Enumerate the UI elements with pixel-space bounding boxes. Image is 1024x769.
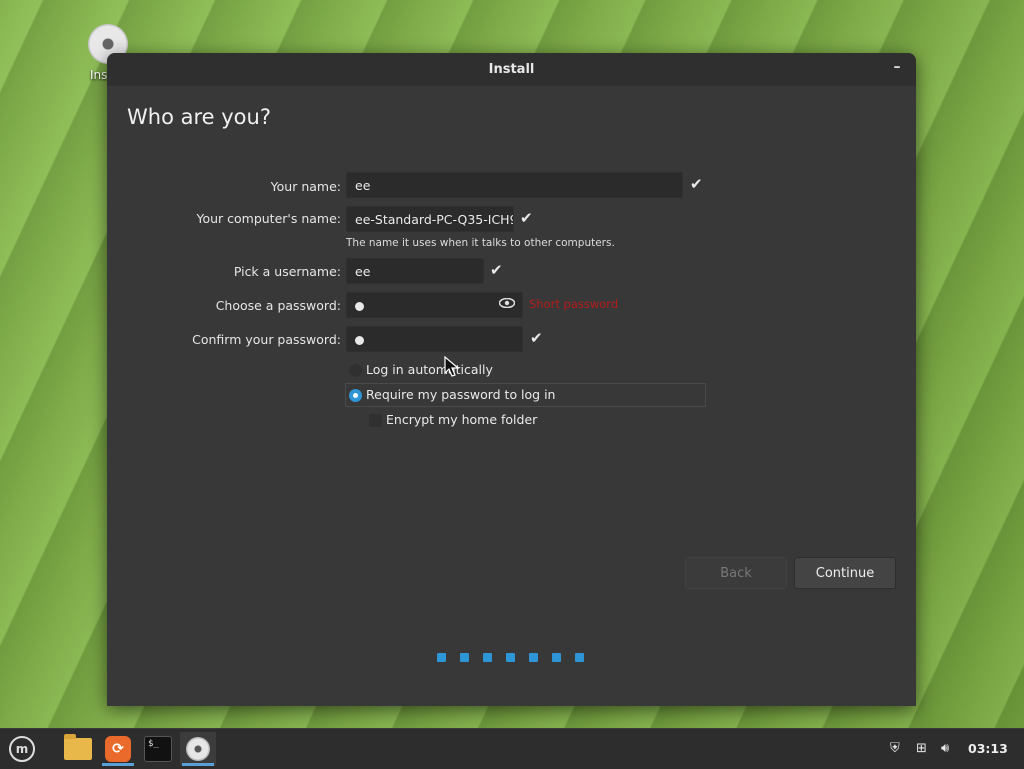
password-dot <box>355 302 364 311</box>
folder-icon <box>64 734 92 760</box>
confirm-valid-check-icon: ✔ <box>530 329 543 347</box>
installer-task[interactable] <box>180 732 216 766</box>
progress-step <box>506 653 515 662</box>
installer-disc-icon <box>186 737 210 761</box>
auto-login-radio[interactable] <box>349 364 362 377</box>
require-password-label[interactable]: Require my password to log in <box>366 387 555 402</box>
confirm-password-input[interactable] <box>346 326 523 352</box>
mint-logo-icon: m <box>9 736 35 762</box>
progress-step <box>529 653 538 662</box>
step-progress-indicator <box>437 653 584 662</box>
computer-name-valid-check-icon: ✔ <box>520 209 533 227</box>
password-label: Choose a password: <box>215 298 341 313</box>
window-titlebar[interactable]: Install – <box>107 53 916 86</box>
terminal-icon: $_ <box>144 736 172 762</box>
terminal-launcher[interactable]: $_ <box>140 732 176 766</box>
encrypt-home-checkbox[interactable] <box>369 414 382 427</box>
page-title: Who are you? <box>127 105 271 129</box>
minimize-icon[interactable]: – <box>890 59 904 79</box>
computer-name-hint: The name it uses when it talks to other … <box>346 237 615 249</box>
progress-step <box>437 653 446 662</box>
encrypt-home-label[interactable]: Encrypt my home folder <box>386 412 537 427</box>
progress-step <box>483 653 492 662</box>
show-password-eye-icon[interactable] <box>499 298 515 308</box>
clock[interactable]: 03:13 <box>968 741 1008 756</box>
progress-step <box>460 653 469 662</box>
volume-icon[interactable]: 🔊︎ <box>941 741 949 756</box>
menu-button[interactable]: m <box>4 732 40 766</box>
username-valid-check-icon: ✔ <box>490 261 503 279</box>
confirm-password-label: Confirm your password: <box>192 332 341 347</box>
confirm-password-dot <box>355 336 364 345</box>
shield-icon[interactable]: ⛨ <box>890 741 900 756</box>
network-icon[interactable]: ⊞ <box>916 741 927 756</box>
require-password-radio[interactable] <box>349 389 362 402</box>
progress-step <box>552 653 561 662</box>
password-strength-error: Short password <box>529 297 619 311</box>
mouse-cursor-icon <box>444 356 460 377</box>
progress-step <box>575 653 584 662</box>
username-label: Pick a username: <box>233 264 341 279</box>
username-input[interactable]: ee <box>346 258 484 284</box>
password-input[interactable] <box>346 292 523 318</box>
name-label: Your name: <box>270 179 341 194</box>
back-button[interactable]: Back <box>685 557 787 589</box>
firefox-launcher[interactable]: ⟳ <box>100 732 136 766</box>
name-valid-check-icon: ✔ <box>690 175 703 193</box>
installer-window: Install – Who are you? Your name: ee ✔ Y… <box>107 53 916 706</box>
computer-name-label: Your computer's name: <box>196 211 341 226</box>
window-title: Install <box>488 62 535 77</box>
taskbar: m ⟳ $_ ⛨ ⊞ 🔊︎ 03:13 <box>0 728 1024 769</box>
files-launcher[interactable] <box>60 732 96 766</box>
continue-button[interactable]: Continue <box>794 557 896 589</box>
name-input[interactable]: ee <box>346 172 683 198</box>
firefox-icon: ⟳ <box>105 736 131 762</box>
auto-login-label[interactable]: Log in automatically <box>366 362 493 377</box>
computer-name-input[interactable]: ee-Standard-PC-Q35-ICH9 <box>346 206 514 232</box>
